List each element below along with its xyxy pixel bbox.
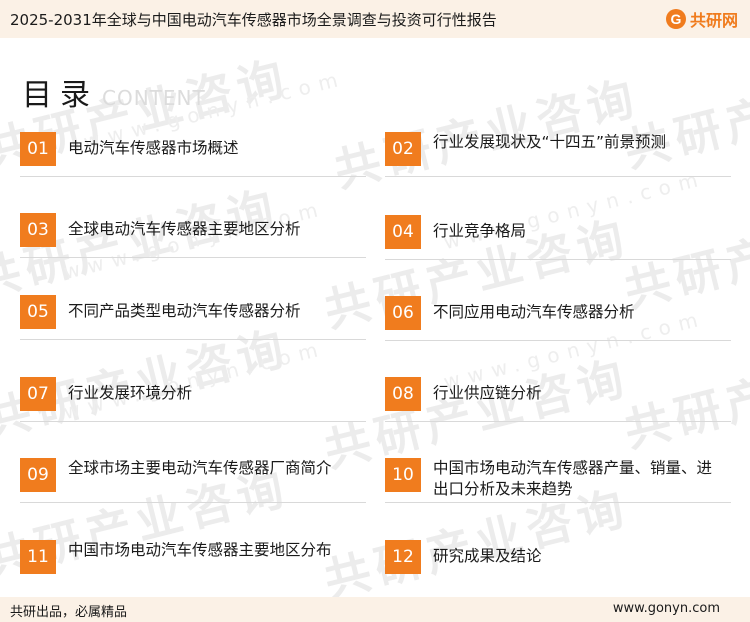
toc-item-number: 11 — [20, 540, 56, 574]
footer-bar: 共研出品，必属精品 www.gonyn.com — [0, 597, 750, 622]
toc-item-label: 不同应用电动汽车传感器分析 — [433, 303, 635, 321]
toc-item-number: 03 — [20, 213, 56, 247]
toc-item-number: 04 — [385, 215, 421, 249]
toc-item-label: 行业供应链分析 — [433, 384, 542, 402]
toc-item-number: 10 — [385, 458, 421, 492]
toc-item-label: 电动汽车传感器市场概述 — [68, 139, 239, 157]
toc-item-label: 研究成果及结论 — [433, 547, 542, 565]
toc-item-number: 06 — [385, 296, 421, 330]
toc-item[interactable]: 12 研究成果及结论 — [385, 540, 731, 600]
toc-item[interactable]: 10 中国市场电动汽车传感器产量、销量、进出口分析及未来趋势 — [385, 458, 731, 518]
toc-item-number: 07 — [20, 377, 56, 411]
toc-item-number: 02 — [385, 132, 421, 166]
report-title: 2025-2031年全球与中国电动汽车传感器市场全景调查与投资可行性报告 — [10, 11, 497, 29]
logo: G 共研网 — [665, 8, 738, 30]
toc-item-label: 行业发展现状及“十四五”前景预测 — [433, 133, 667, 151]
toc-item[interactable]: 06 不同应用电动汽车传感器分析 — [385, 296, 731, 356]
footer-slogan: 共研出品，必属精品 — [10, 605, 128, 620]
toc-item-number: 09 — [20, 458, 56, 492]
toc-item-label: 全球市场主要电动汽车传感器厂商简介 — [68, 459, 332, 477]
divider — [385, 421, 731, 422]
divider — [385, 502, 731, 503]
toc-item-label: 行业竞争格局 — [433, 222, 527, 240]
toc-item-number: 12 — [385, 540, 421, 574]
toc-item[interactable]: 11 中国市场电动汽车传感器主要地区分布 — [20, 540, 366, 600]
toc-item-number: 05 — [20, 295, 56, 329]
footer-url[interactable]: www.gonyn.com — [613, 601, 720, 616]
toc-item-number: 08 — [385, 377, 421, 411]
toc-subtitle: CONTENT — [102, 86, 206, 110]
divider — [20, 502, 366, 503]
toc-item[interactable]: 07 行业发展环境分析 — [20, 377, 366, 437]
toc-heading: 目录 CONTENT — [22, 70, 206, 114]
toc-item[interactable]: 04 行业竞争格局 — [385, 215, 731, 275]
toc-item[interactable]: 05 不同产品类型电动汽车传感器分析 — [20, 295, 366, 355]
toc-item-number: 01 — [20, 132, 56, 166]
toc-item[interactable]: 09 全球市场主要电动汽车传感器厂商简介 — [20, 458, 366, 518]
toc-item-label: 全球电动汽车传感器主要地区分析 — [68, 220, 301, 238]
toc-title: 目录 — [22, 78, 98, 113]
divider — [20, 257, 366, 258]
divider — [385, 176, 731, 177]
toc-item-label: 中国市场电动汽车传感器产量、销量、进出口分析及未来趋势 — [433, 459, 713, 498]
logo-text: 共研网 — [689, 11, 738, 30]
divider — [20, 339, 366, 340]
divider — [20, 176, 366, 177]
divider — [20, 421, 366, 422]
toc-item-label: 不同产品类型电动汽车传感器分析 — [68, 302, 301, 320]
toc-item-label: 中国市场电动汽车传感器主要地区分布 — [68, 541, 332, 559]
toc-item[interactable]: 02 行业发展现状及“十四五”前景预测 — [385, 132, 731, 192]
toc-item-label: 行业发展环境分析 — [68, 384, 193, 402]
divider — [385, 340, 731, 341]
toc-item[interactable]: 01 电动汽车传感器市场概述 — [20, 132, 366, 192]
toc-item[interactable]: 08 行业供应链分析 — [385, 377, 731, 437]
header-bar: 2025-2031年全球与中国电动汽车传感器市场全景调查与投资可行性报告 G 共… — [0, 0, 750, 38]
logo-mark-icon: G — [665, 9, 686, 29]
divider — [385, 259, 731, 260]
toc-item[interactable]: 03 全球电动汽车传感器主要地区分析 — [20, 213, 366, 273]
